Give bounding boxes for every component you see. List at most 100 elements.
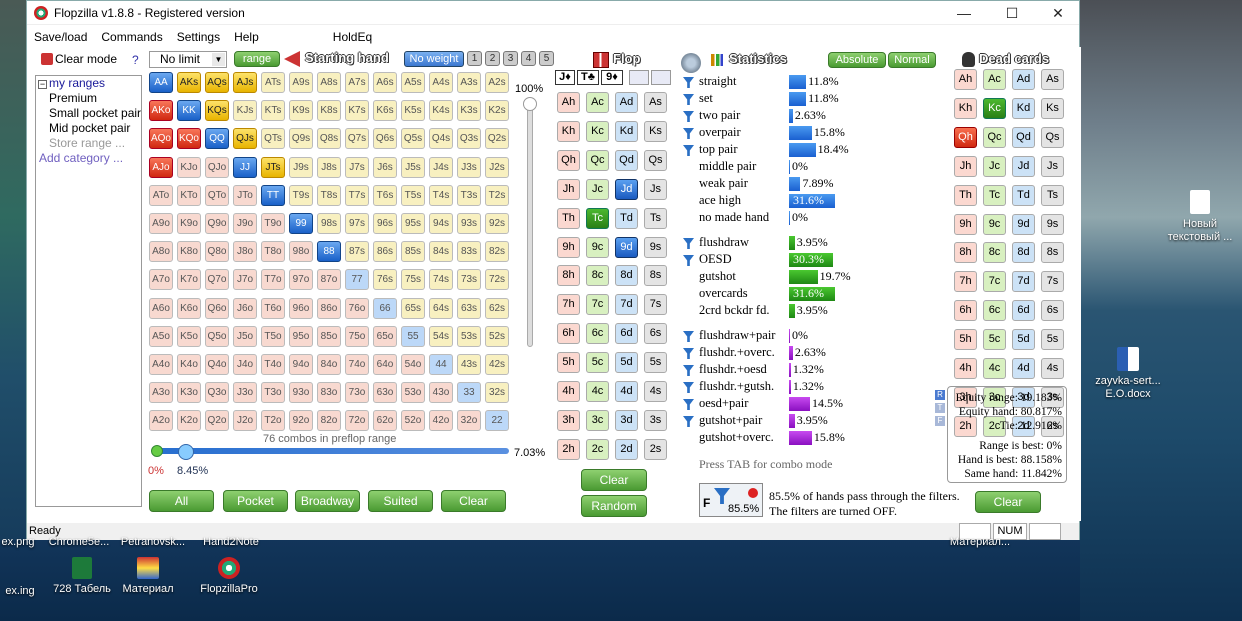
hand-cell[interactable]: J8o: [233, 241, 257, 263]
flop-card[interactable]: 9s: [644, 236, 667, 258]
equity-side-t[interactable]: T: [935, 403, 945, 413]
hand-cell[interactable]: A5s: [401, 72, 425, 93]
filter-icon[interactable]: [683, 348, 694, 359]
close-button[interactable]: ✕: [1035, 1, 1081, 25]
pocket-button[interactable]: Pocket: [223, 490, 288, 512]
flop-card[interactable]: Kc: [586, 120, 609, 142]
hand-cell[interactable]: JJ: [233, 156, 257, 178]
stat-label[interactable]: no made hand: [699, 210, 769, 225]
normal-button[interactable]: Normal: [888, 52, 936, 68]
hand-cell[interactable]: 97o: [289, 269, 313, 291]
hand-cell[interactable]: 93s: [457, 213, 481, 234]
stat-label[interactable]: overpair: [699, 125, 741, 140]
flop-card[interactable]: 8s: [644, 265, 667, 287]
dead-card[interactable]: 6c: [983, 300, 1006, 322]
flop-card[interactable]: 4d: [615, 381, 638, 402]
desktop-icon-bottom-2[interactable]: 728 Табель: [52, 557, 112, 596]
hand-cell[interactable]: 73o: [345, 382, 369, 404]
flop-card[interactable]: Qs: [644, 149, 667, 171]
hand-cell[interactable]: T2s: [485, 184, 509, 206]
hand-cell[interactable]: 98o: [289, 241, 313, 263]
hand-cell[interactable]: KK: [177, 100, 201, 122]
stat-label[interactable]: ace high: [699, 193, 741, 208]
dead-card[interactable]: 8s: [1041, 242, 1064, 264]
filter-icon[interactable]: [683, 365, 694, 376]
hand-cell[interactable]: T5o: [261, 325, 285, 347]
flop-card[interactable]: 4h: [557, 381, 580, 402]
hand-cell[interactable]: ATs: [261, 72, 285, 93]
filter-icon[interactable]: [683, 238, 694, 249]
hand-cell[interactable]: 72s: [485, 269, 509, 291]
weight-3-button[interactable]: 3: [503, 51, 518, 66]
hand-cell[interactable]: K9s: [289, 100, 313, 122]
dead-card[interactable]: 7c: [983, 271, 1006, 293]
desktop-icon-textfile[interactable]: Новый текстовый ...: [1162, 190, 1238, 244]
flop-card[interactable]: 5c: [586, 352, 609, 374]
hand-cell[interactable]: K6o: [177, 297, 201, 319]
hand-cell[interactable]: 77: [345, 269, 369, 291]
range-slider-vertical[interactable]: [527, 99, 533, 347]
filter-icon[interactable]: [683, 111, 694, 122]
hand-cell[interactable]: J5o: [233, 325, 257, 347]
taskbar-label-4[interactable]: Hand2Note: [196, 536, 266, 549]
flop-card[interactable]: 8h: [557, 265, 580, 287]
dead-card[interactable]: 7s: [1041, 271, 1064, 293]
flop-card[interactable]: Ad: [615, 92, 638, 113]
hand-cell[interactable]: 64o: [373, 354, 397, 375]
flop-card[interactable]: Tc: [586, 207, 609, 229]
taskbar-label-1[interactable]: ex.png: [0, 536, 36, 549]
dead-card[interactable]: 7h: [954, 271, 977, 293]
flop-card[interactable]: Jc: [586, 178, 609, 200]
weight-2-button[interactable]: 2: [485, 51, 500, 66]
suited-button[interactable]: Suited: [368, 490, 433, 512]
hand-cell[interactable]: A7o: [149, 269, 173, 291]
desktop-icon-bottom-4[interactable]: FlopzillaPro: [194, 557, 264, 596]
hand-cell[interactable]: 64s: [429, 297, 453, 319]
hand-cell[interactable]: J4o: [233, 354, 257, 375]
stat-label[interactable]: OESD: [699, 252, 732, 267]
dead-card[interactable]: Qs: [1041, 126, 1064, 148]
hand-cell[interactable]: 53s: [457, 325, 481, 347]
hand-cell[interactable]: KQs: [205, 100, 229, 122]
dead-card[interactable]: 7d: [1012, 271, 1035, 293]
hand-cell[interactable]: J6o: [233, 297, 257, 319]
range-tree-root[interactable]: − my ranges: [36, 76, 141, 91]
stat-label[interactable]: two pair: [699, 108, 740, 123]
filter-icon[interactable]: [683, 416, 694, 427]
flop-card[interactable]: Ks: [644, 120, 667, 142]
hand-cell[interactable]: 82s: [485, 241, 509, 263]
range-item-mid-pocket-pair[interactable]: Mid pocket pair: [36, 121, 141, 136]
hand-cell[interactable]: KJo: [177, 156, 201, 178]
hand-cell[interactable]: K3s: [457, 100, 481, 122]
hand-cell[interactable]: Q9o: [205, 213, 229, 234]
flop-card[interactable]: Jd: [615, 178, 638, 200]
range-slider-right-handle[interactable]: [178, 444, 194, 460]
help-link[interactable]: ?: [132, 53, 139, 67]
hand-cell[interactable]: J4s: [429, 156, 453, 178]
hand-cell[interactable]: Q9s: [289, 128, 313, 150]
filter-status-box[interactable]: F 85.5%: [699, 483, 763, 517]
hand-cell[interactable]: A8o: [149, 241, 173, 263]
stat-label[interactable]: gutshot+pair: [699, 413, 762, 428]
hand-cell[interactable]: 42s: [485, 354, 509, 375]
hand-cell[interactable]: T8s: [317, 184, 341, 206]
hand-cell[interactable]: 85o: [317, 325, 341, 347]
hand-cell[interactable]: J8s: [317, 156, 341, 178]
flop-card[interactable]: Kh: [557, 120, 580, 142]
hand-cell[interactable]: 75o: [345, 325, 369, 347]
menu-save-load[interactable]: Save/load: [27, 27, 94, 47]
range-slider-vertical-handle[interactable]: [523, 97, 537, 111]
range-item-small-pocket-pair[interactable]: Small pocket pair: [36, 106, 141, 121]
hand-cell[interactable]: 52s: [485, 325, 509, 347]
hand-cell[interactable]: Q7s: [345, 128, 369, 150]
stat-label[interactable]: set: [699, 91, 713, 106]
dead-clear-button[interactable]: Clear: [975, 491, 1041, 513]
hand-cell[interactable]: Q8o: [205, 241, 229, 263]
hand-cell[interactable]: 55: [401, 325, 425, 347]
stat-label[interactable]: overcards: [699, 286, 748, 301]
hand-cell[interactable]: 94o: [289, 354, 313, 375]
hand-cell[interactable]: 93o: [289, 382, 313, 404]
hand-cell[interactable]: A3o: [149, 382, 173, 404]
flop-card[interactable]: Js: [644, 178, 667, 200]
stat-label[interactable]: flushdraw: [699, 235, 749, 250]
